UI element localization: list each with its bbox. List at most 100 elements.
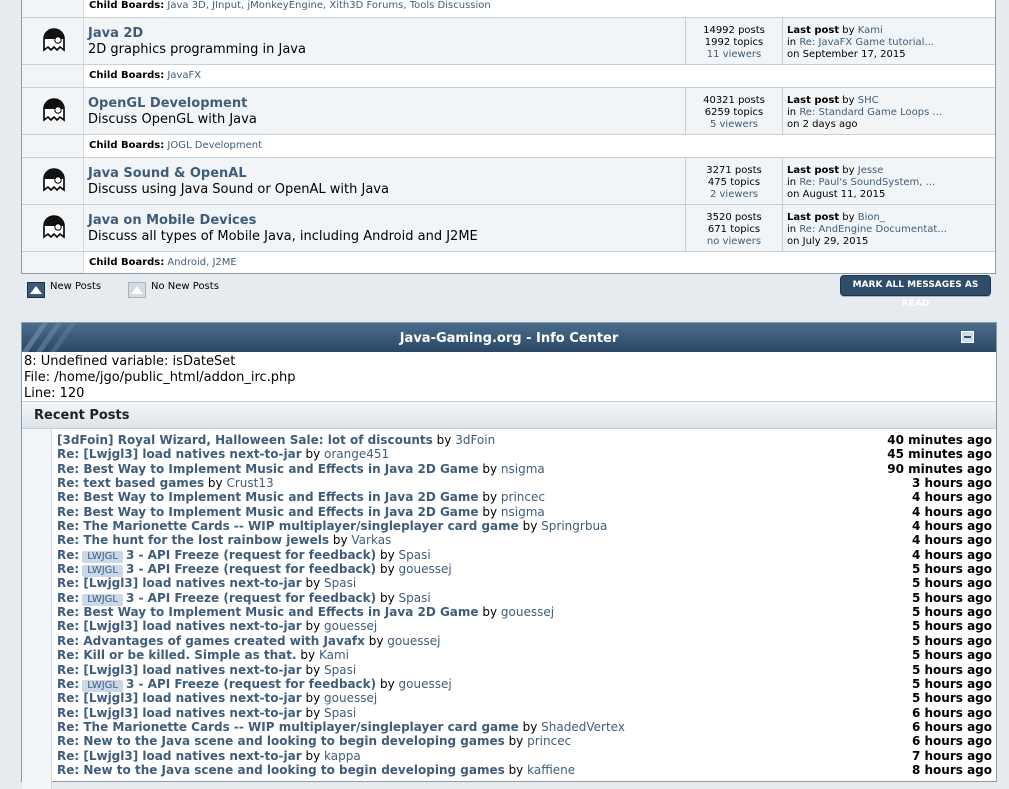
child-boards-links[interactable]: Java 3D, JInput, jMonkeyEngine, Xith3D F…: [167, 0, 490, 11]
post-topic-link[interactable]: Re: text based games: [57, 476, 204, 490]
collapse-icon[interactable]: [961, 331, 974, 343]
board-description: Discuss all types of Mobile Java, includ…: [88, 229, 478, 244]
post-author-link[interactable]: gouessej: [399, 677, 452, 691]
post-topic-link[interactable]: 3 - API Freeze (request for feedback): [126, 677, 376, 691]
mark-all-read-button[interactable]: MARK ALL MESSAGES AS READ: [840, 275, 991, 309]
post-author-link[interactable]: Varkas: [351, 533, 391, 547]
child-boards-links[interactable]: JavaFX: [167, 70, 201, 81]
post-author-link[interactable]: Kami: [319, 648, 349, 662]
post-author-link[interactable]: Spasi: [324, 663, 356, 677]
post-tag: LWJGL: [82, 679, 123, 692]
post-topic-link[interactable]: Re: [Lwjgl3] load natives next-to-jar: [57, 447, 302, 461]
last-post-topic[interactable]: Re: Standard Game Loops ...: [799, 107, 942, 118]
post-author-link[interactable]: princec: [527, 734, 571, 748]
post-topic-link[interactable]: 3 - API Freeze (request for feedback): [126, 591, 376, 605]
post-author-link[interactable]: gouessej: [324, 619, 377, 633]
board-icon-cell: [22, 158, 84, 204]
post-time: 7 hours ago: [911, 748, 992, 763]
post-topic-link[interactable]: Re: [Lwjgl3] load natives next-to-jar: [57, 749, 302, 763]
post-time: 5 hours ago: [911, 676, 992, 691]
post-author-link[interactable]: gouessej: [324, 691, 377, 705]
post-prefix[interactable]: Re:: [57, 591, 79, 605]
viewer-count[interactable]: 11 viewers: [686, 49, 782, 60]
post-topic-link[interactable]: Re: [Lwjgl3] load natives next-to-jar: [57, 663, 302, 677]
last-post: Last post by Jesse in Re: Paul's SoundSy…: [787, 158, 995, 204]
viewer-count[interactable]: 5 viewers: [686, 119, 782, 130]
last-post-user[interactable]: Bion_: [858, 212, 885, 223]
last-post-user[interactable]: Jesse: [858, 165, 884, 176]
last-post-topic[interactable]: Re: Paul's SoundSystem, ...: [799, 177, 935, 188]
error-line: File: /home/jgo/public_html/addon_irc.ph…: [24, 370, 296, 385]
post-author-link[interactable]: gouessej: [501, 605, 554, 619]
post-topic-link[interactable]: Re: Best Way to Implement Music and Effe…: [57, 505, 479, 519]
post-author-link[interactable]: gouessej: [387, 634, 440, 648]
recent-post-row: Re: [Lwjgl3] load natives next-to-jar by…: [57, 749, 992, 763]
post-author-link[interactable]: Spasi: [324, 576, 356, 590]
post-time: 6 hours ago: [911, 734, 992, 749]
child-boards-links[interactable]: JOGL Development: [167, 140, 262, 151]
viewer-count[interactable]: 2 viewers: [686, 189, 782, 200]
child-boards-links[interactable]: Android, J2ME: [167, 257, 236, 268]
recent-post-row: Re: New to the Java scene and looking to…: [57, 734, 992, 748]
post-topic-link[interactable]: Re: The Marionette Cards -- WIP multipla…: [57, 720, 519, 734]
last-post-label: Last post: [787, 95, 840, 106]
board-title[interactable]: Java on Mobile Devices: [88, 213, 256, 228]
post-topic-link[interactable]: Re: [Lwjgl3] load natives next-to-jar: [57, 706, 302, 720]
post-prefix[interactable]: Re:: [57, 677, 79, 691]
post-prefix[interactable]: Re:: [57, 548, 79, 562]
post-author-link[interactable]: Spasi: [399, 591, 431, 605]
post-topic-link[interactable]: Re: New to the Java scene and looking to…: [57, 763, 505, 777]
last-post-date: on September 17, 2015: [787, 49, 906, 60]
post-author-link[interactable]: princec: [501, 490, 545, 504]
post-time: 4 hours ago: [911, 519, 992, 534]
post-topic-link[interactable]: Re: The Marionette Cards -- WIP multipla…: [57, 519, 519, 533]
child-boards: Child Boards: Java 3D, JInput, jMonkeyEn…: [83, 0, 995, 17]
post-topic-link[interactable]: Re: New to the Java scene and looking to…: [57, 734, 505, 748]
board-title[interactable]: Java Sound & OpenAL: [88, 166, 247, 181]
info-center-header: Java-Gaming.org - Info Center: [22, 323, 996, 352]
last-post-user[interactable]: SHC: [858, 95, 879, 106]
post-topic-link[interactable]: Re: Advantages of games created with Jav…: [57, 634, 365, 648]
post-count: 3271 posts: [706, 165, 762, 176]
post-author-link[interactable]: gouessej: [399, 562, 452, 576]
post-author-link[interactable]: Crust13: [226, 476, 273, 490]
post-author-link[interactable]: Spasi: [324, 706, 356, 720]
board-title[interactable]: Java 2D: [88, 26, 143, 41]
post-topic-link[interactable]: [3dFoin] Royal Wizard, Halloween Sale: l…: [57, 433, 433, 447]
post-topic-link[interactable]: 3 - API Freeze (request for feedback): [126, 548, 376, 562]
post-topic-link[interactable]: Re: [Lwjgl3] load natives next-to-jar: [57, 691, 302, 705]
post-count: 14992 posts: [703, 25, 765, 36]
post-topic-link[interactable]: Re: [Lwjgl3] load natives next-to-jar: [57, 619, 302, 633]
post-author-link[interactable]: kaffiene: [527, 763, 575, 777]
child-boards: Child Boards: JavaFX: [83, 65, 995, 87]
post-author-link[interactable]: nsigma: [501, 462, 545, 476]
post-topic-link[interactable]: Re: [Lwjgl3] load natives next-to-jar: [57, 576, 302, 590]
post-prefix[interactable]: Re:: [57, 562, 79, 576]
recent-posts-header: Recent Posts: [22, 401, 996, 429]
board-info: OpenGL Development Discuss OpenGL with J…: [88, 88, 684, 134]
post-author-link[interactable]: Springrbua: [541, 519, 607, 533]
post-author-link[interactable]: orange451: [324, 447, 389, 461]
post-author-link[interactable]: kappa: [324, 749, 361, 763]
last-post-user[interactable]: Kami: [858, 25, 883, 36]
post-topic-link[interactable]: 3 - API Freeze (request for feedback): [126, 562, 376, 576]
viewer-count[interactable]: no viewers: [686, 236, 782, 247]
recent-post-row: Re: The Marionette Cards -- WIP multipla…: [57, 519, 992, 533]
post-author-link[interactable]: ShadedVertex: [541, 720, 625, 734]
child-boards: Child Boards: JOGL Development: [83, 135, 995, 157]
last-post-topic[interactable]: Re: AndEngine Documentat...: [799, 224, 947, 235]
post-author-link[interactable]: nsigma: [501, 505, 545, 519]
post-topic-link[interactable]: Re: Best Way to Implement Music and Effe…: [57, 462, 479, 476]
post-author-link[interactable]: 3dFoin: [455, 433, 495, 447]
by-label: by: [522, 519, 538, 534]
last-post-topic[interactable]: Re: JavaFX Game tutorial...: [799, 37, 934, 48]
post-topic-link[interactable]: Re: Kill or be killed. Simple as that.: [57, 648, 297, 662]
post-time: 5 hours ago: [911, 576, 992, 591]
post-topic-link[interactable]: Re: Best Way to Implement Music and Effe…: [57, 605, 479, 619]
board-title[interactable]: OpenGL Development: [88, 96, 247, 111]
post-author-link[interactable]: Spasi: [399, 548, 431, 562]
recent-post-row: Re: Best Way to Implement Music and Effe…: [57, 490, 992, 504]
last-post-label: Last post: [787, 212, 840, 223]
post-topic-link[interactable]: Re: Best Way to Implement Music and Effe…: [57, 490, 479, 504]
post-topic-link[interactable]: Re: The hunt for the lost rainbow jewels: [57, 533, 329, 547]
